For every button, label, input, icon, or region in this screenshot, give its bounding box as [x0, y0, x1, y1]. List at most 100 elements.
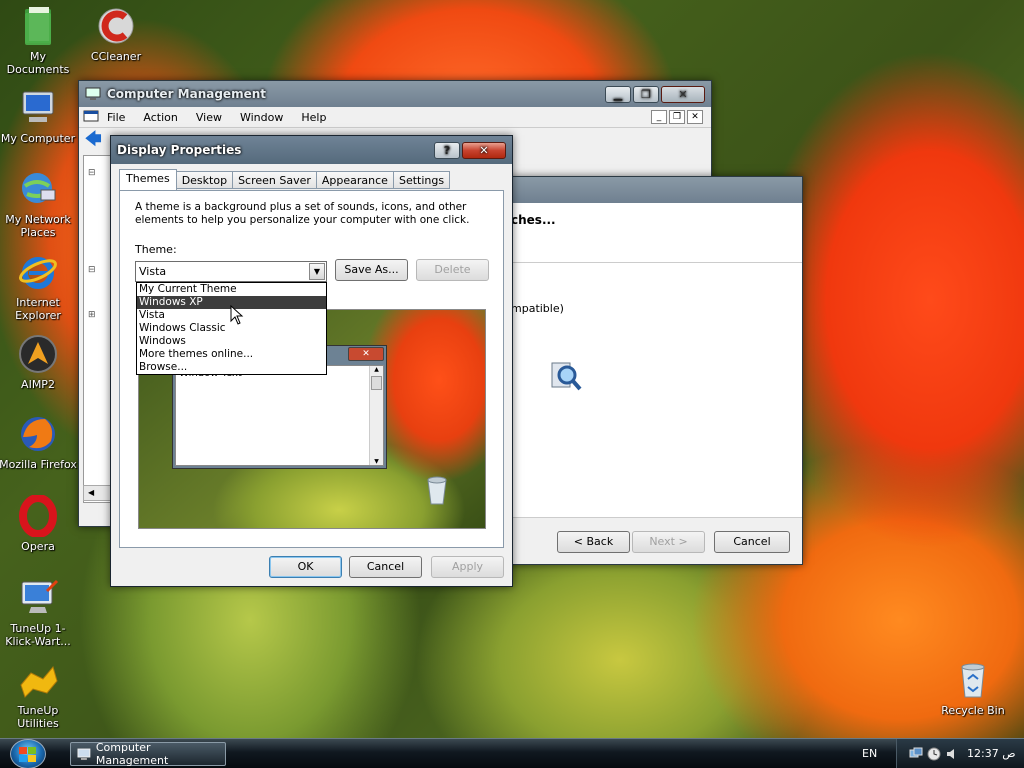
wizard-header: ches... — [501, 203, 802, 263]
mdi-close-button[interactable]: ✕ — [687, 110, 703, 124]
computer-management-icon — [77, 748, 91, 760]
theme-option[interactable]: Windows — [137, 335, 326, 348]
wizard-window[interactable]: ches... mpatible) < Back Next > Cancel — [500, 176, 803, 565]
theme-select[interactable]: Vista ▼ — [135, 261, 327, 282]
desktop-icon-label: Opera — [21, 540, 55, 553]
dialog-close-button[interactable]: ✕ — [462, 141, 506, 159]
recycle-bin-icon — [961, 663, 985, 698]
mdi-minimize-button[interactable]: _ — [651, 110, 667, 124]
taskbar-button-computer-management[interactable]: Computer Management — [70, 741, 226, 767]
wizard-cancel-button[interactable]: Cancel — [714, 531, 790, 553]
tab-desktop[interactable]: Desktop — [175, 171, 234, 189]
horizontal-scrollbar[interactable]: ◀ — [83, 485, 113, 501]
documents-folder-icon — [25, 7, 51, 45]
tree-expander-icon[interactable]: ⊟ — [88, 265, 112, 276]
window-title: Computer Management — [107, 87, 266, 101]
desktop-icon-my-computer[interactable]: My Computer — [0, 87, 78, 145]
computer-management-icon — [85, 87, 101, 100]
menu-bar: File Action View Window Help _ ❐ ✕ — [79, 107, 711, 127]
preview-client-area: Window Text ▲ ▼ — [175, 365, 384, 466]
desktop-icon-recycle-bin[interactable]: Recycle Bin — [933, 659, 1013, 717]
theme-select-value: Vista — [139, 265, 167, 278]
save-as-button[interactable]: Save As... — [335, 259, 408, 281]
tab-settings[interactable]: Settings — [392, 171, 451, 189]
computer-management-titlebar[interactable]: Computer Management ▁ ❐ ✕ — [79, 81, 711, 107]
back-arrow-icon[interactable]: 🡄 — [85, 129, 102, 148]
wizard-text: mpatible) — [511, 302, 564, 315]
desktop-icon-aimp2[interactable]: AIMP2 — [0, 333, 78, 391]
tree-expander-icon[interactable]: ⊞ — [88, 310, 112, 321]
next-button[interactable]: Next > — [632, 531, 705, 553]
desktop-icon-ccleaner[interactable]: CCleaner — [76, 5, 156, 63]
desktop-icon-my-documents[interactable]: My Documents — [0, 5, 78, 76]
mdi-restore-button[interactable]: ❐ — [669, 110, 685, 124]
aimp2-icon — [19, 335, 57, 373]
firefox-icon — [21, 417, 55, 451]
tab-screen-saver[interactable]: Screen Saver — [232, 171, 317, 189]
tab-appearance[interactable]: Appearance — [315, 171, 394, 189]
taskbar: Computer Management EN 12:37 ص — [0, 738, 1024, 768]
desktop-icon-internet-explorer[interactable]: Internet Explorer — [0, 251, 78, 322]
menu-view[interactable]: View — [196, 111, 222, 124]
chevron-down-icon[interactable]: ▼ — [309, 263, 325, 280]
desktop-icon-firefox[interactable]: Mozilla Firefox — [0, 413, 78, 471]
maximize-button[interactable]: ❐ — [633, 85, 659, 103]
internet-explorer-icon — [19, 257, 57, 289]
desktop-icon-tuneup-maintenance[interactable]: TuneUp 1-Klick-Wart... — [0, 577, 78, 648]
desktop-icon-network-places[interactable]: My Network Places — [0, 168, 78, 239]
mmc-doc-icon — [83, 110, 99, 122]
clock-time[interactable]: 12:37 ص — [967, 747, 1016, 760]
delete-button[interactable]: Delete — [416, 259, 489, 281]
desktop-icon-label: TuneUp 1-Klick-Wart... — [5, 622, 71, 648]
cancel-button[interactable]: Cancel — [349, 556, 422, 578]
desktop-icon-label: TuneUp Utilities — [17, 704, 59, 730]
menu-action[interactable]: Action — [143, 111, 177, 124]
language-indicator[interactable]: EN — [862, 747, 877, 760]
ok-button[interactable]: OK — [269, 556, 342, 578]
menu-window[interactable]: Window — [240, 111, 283, 124]
theme-dropdown-list[interactable]: My Current Theme Windows XP Vista Window… — [136, 282, 327, 375]
tab-themes[interactable]: Themes — [119, 169, 177, 190]
desktop-icon-tuneup-utilities[interactable]: TuneUp Utilities — [0, 659, 78, 730]
close-button[interactable]: ✕ — [661, 85, 705, 103]
network-tray-icon[interactable] — [909, 747, 923, 761]
tuneup-utilities-icon — [20, 665, 58, 698]
apply-button[interactable]: Apply — [431, 556, 504, 578]
themes-tab-page: A theme is a background plus a set of so… — [119, 190, 504, 548]
display-properties-titlebar[interactable]: Display Properties ? ✕ — [111, 136, 512, 164]
theme-label: Theme: — [135, 243, 177, 256]
speaker-tray-icon[interactable] — [945, 747, 959, 761]
back-button[interactable]: < Back — [557, 531, 630, 553]
taskbar-task-label: Computer Management — [95, 741, 169, 767]
tree-expander-icon[interactable]: ⊟ — [88, 168, 112, 179]
themes-description: A theme is a background plus a set of so… — [135, 201, 470, 226]
theme-option[interactable]: More themes online... — [137, 348, 326, 361]
theme-option[interactable]: My Current Theme — [137, 283, 326, 296]
theme-option[interactable]: Browse... — [137, 361, 326, 374]
display-properties-dialog[interactable]: Display Properties ? ✕ Themes Desktop Sc… — [110, 135, 513, 587]
tree-pane[interactable]: ⊟ ⊟ ⊞ — [83, 155, 113, 503]
ccleaner-icon — [98, 8, 134, 44]
preview-recycle-bin-icon — [427, 476, 447, 505]
preview-scrollbar: ▲ ▼ — [369, 366, 383, 465]
desktop-icon-label: CCleaner — [90, 50, 142, 63]
windows-logo-icon — [19, 747, 36, 762]
desktop-icon-label: Internet Explorer — [15, 296, 61, 322]
search-magnifier-icon — [551, 362, 582, 391]
menu-file[interactable]: File — [107, 111, 125, 124]
wizard-heading: ches... — [511, 213, 556, 227]
desktop-icon-label: My Documents — [6, 50, 70, 76]
opera-icon — [19, 495, 57, 537]
minimize-button[interactable]: ▁ — [605, 85, 631, 103]
preview-close-icon: ✕ — [348, 347, 384, 361]
desktop-icon-label: My Network Places — [5, 213, 71, 239]
clock-tray-icon[interactable] — [927, 747, 941, 761]
desktop-icon-label: My Computer — [0, 132, 76, 145]
my-computer-icon — [22, 91, 54, 122]
network-places-icon — [22, 173, 56, 203]
menu-help[interactable]: Help — [301, 111, 326, 124]
help-button[interactable]: ? — [434, 141, 460, 159]
tab-strip: Themes Desktop Screen Saver Appearance S… — [119, 169, 451, 191]
desktop-icon-opera[interactable]: Opera — [0, 495, 78, 553]
start-button[interactable] — [10, 739, 46, 768]
